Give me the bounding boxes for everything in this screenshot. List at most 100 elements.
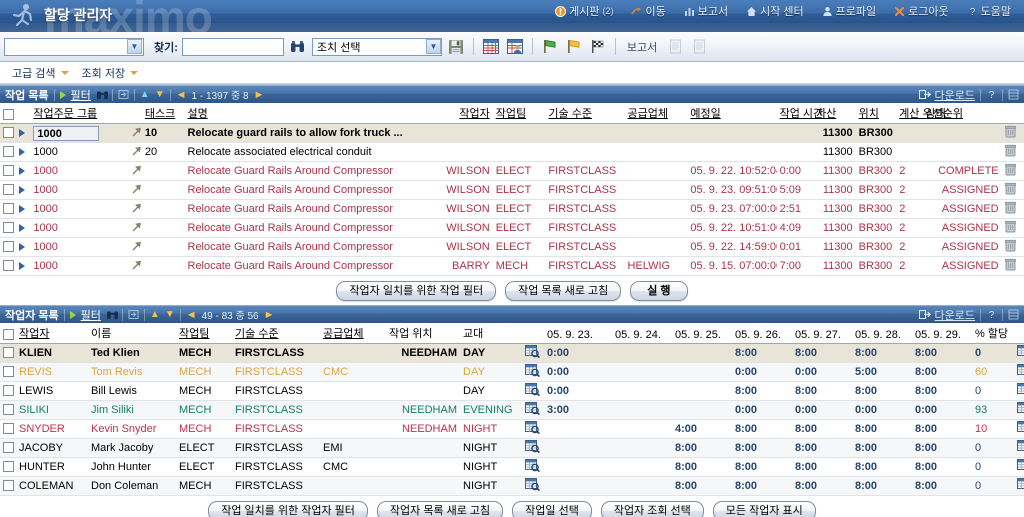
col-labor-vendor[interactable]: 공급업체 (320, 323, 386, 344)
row-select-cell[interactable] (0, 438, 16, 458)
labor-edit-cell[interactable] (1014, 400, 1024, 420)
labor-id-cell[interactable]: HUNTER (16, 457, 88, 477)
row-select-cell[interactable] (0, 199, 17, 219)
work-list-filter-link[interactable]: 필터 (71, 87, 91, 103)
next-arrow-icon[interactable]: ► (254, 89, 265, 101)
save-query-link[interactable]: 조회 저장 (82, 65, 126, 81)
row-expand-cell[interactable] (16, 237, 31, 257)
table-row[interactable]: 1000 20 Relocate associated electrical con… (0, 142, 1024, 162)
labor-view-cell[interactable] (522, 381, 544, 401)
labor-id-cell[interactable]: SILIKI (16, 400, 88, 420)
col-description[interactable]: 설명 (184, 103, 436, 124)
expand-row-icon[interactable] (19, 205, 26, 214)
row-select-cell[interactable] (0, 476, 16, 496)
table-row[interactable]: LEWIS Bill Lewis MECH FIRSTCLASS DAY 0:00 8:00… (0, 381, 1024, 401)
expand-row-icon[interactable] (19, 129, 26, 138)
col-labor-work-location[interactable]: 작업 위치 (386, 323, 460, 344)
labor-edit-cell[interactable] (1014, 476, 1024, 496)
table-icon[interactable] (1008, 89, 1019, 100)
work-order-group-cell[interactable]: 1000 (30, 218, 128, 238)
chevron-down-icon[interactable] (60, 70, 69, 75)
row-checkbox[interactable] (3, 241, 14, 252)
labor-edit-cell[interactable] (1014, 419, 1024, 439)
row-select-cell[interactable] (0, 123, 17, 143)
row-select-cell[interactable] (0, 343, 16, 363)
row-select-cell[interactable] (0, 161, 17, 181)
table-row[interactable]: 1000 10 Relocate guard rails to allow fork… (0, 123, 1024, 143)
binoculars-icon[interactable] (96, 89, 108, 100)
labor-view-cell[interactable] (522, 362, 544, 382)
labor-edit-cell[interactable] (1014, 381, 1024, 401)
delete-row-cell[interactable] (1001, 218, 1024, 238)
row-expand-cell[interactable] (16, 199, 31, 219)
delete-row-cell[interactable] (1001, 199, 1024, 219)
labor-id-cell[interactable]: KLIEN (16, 343, 88, 363)
work-order-detail-icon-cell[interactable] (127, 142, 142, 162)
work-order-group-cell[interactable]: 1000 (30, 123, 128, 143)
expand-row-icon[interactable] (19, 148, 26, 157)
advanced-search-link[interactable]: 고급 검색 (12, 65, 56, 81)
col-worker[interactable]: 작업자 (435, 103, 493, 124)
record-select-dropdown[interactable]: ▼ (4, 37, 144, 56)
col-task[interactable]: 태스크 (141, 103, 185, 124)
row-checkbox[interactable] (3, 165, 14, 176)
labor-list-filter-link[interactable]: 필터 (81, 307, 101, 323)
delete-row-cell[interactable] (1001, 142, 1024, 162)
row-expand-cell[interactable] (16, 218, 31, 238)
table-row[interactable]: 1000 Relocate Guard Rails Around Compress… (0, 161, 1024, 181)
expand-row-icon[interactable] (19, 243, 26, 252)
col-crew[interactable]: 작업팀 (492, 103, 546, 124)
chevron-down-icon[interactable]: ▼ (425, 39, 441, 54)
labor-view-cell[interactable] (522, 457, 544, 477)
row-checkbox[interactable] (3, 203, 14, 214)
col-labor-skill[interactable]: 기술 수준 (232, 323, 320, 344)
labor-view-cell[interactable] (522, 343, 544, 363)
labor-edit-cell[interactable] (1014, 343, 1024, 363)
filter-toggle-icon[interactable] (69, 310, 76, 319)
labor-id-cell[interactable]: COLEMAN (16, 476, 88, 496)
labor-id-cell[interactable]: JACOBY (16, 438, 88, 458)
filter-toggle-icon[interactable] (59, 90, 66, 99)
binoculars-icon[interactable] (288, 37, 308, 57)
work-order-id-input[interactable]: 1000 (33, 125, 100, 141)
labor-list-button-3[interactable]: 작업자 조회 선택 (600, 501, 704, 517)
col-labor-shift[interactable]: 교대 (460, 323, 522, 344)
work-order-detail-icon-cell[interactable] (127, 199, 142, 219)
labor-view-cell[interactable] (522, 476, 544, 496)
select-all-checkbox[interactable] (3, 109, 14, 120)
topnav-item-report[interactable]: 보고서 (675, 0, 737, 22)
save-icon[interactable] (446, 37, 466, 57)
work-list-download-link[interactable]: 다운로드 (935, 87, 975, 103)
labor-list-button-4[interactable]: 모든 작업자 표시 (712, 501, 816, 517)
col-location[interactable]: 위치 (855, 103, 897, 124)
topnav-item-logout[interactable]: 로그아웃 (885, 0, 957, 22)
labor-view-cell[interactable] (522, 419, 544, 439)
topnav-item-start-center[interactable]: 시작 센터 (737, 0, 813, 22)
checkered-flag-icon[interactable] (588, 37, 608, 57)
work-order-group-cell[interactable]: 1000 (30, 256, 128, 276)
work-order-detail-icon-cell[interactable] (127, 256, 142, 276)
grid-person-icon[interactable] (505, 37, 525, 57)
delete-row-cell[interactable] (1001, 123, 1024, 143)
toolbar-report-label[interactable]: 보고서 (623, 39, 661, 55)
col-asset[interactable]: 자산 (813, 103, 856, 124)
labor-edit-cell[interactable] (1014, 438, 1024, 458)
row-checkbox[interactable] (3, 442, 14, 453)
table-row[interactable]: REVIS Tom Revis MECH FIRSTCLASS CMC DAY 0:00 0:… (0, 362, 1024, 382)
labor-id-cell[interactable]: SNYDER (16, 419, 88, 439)
delete-row-cell[interactable] (1001, 180, 1024, 200)
col-scheduled-date[interactable]: 예정일 (687, 103, 777, 124)
col-vendor[interactable]: 공급업체 (624, 103, 688, 124)
work-order-detail-icon-cell[interactable] (127, 161, 142, 181)
work-order-detail-icon-cell[interactable] (127, 218, 142, 238)
table-icon[interactable] (1008, 309, 1019, 320)
row-select-cell[interactable] (0, 362, 16, 382)
row-select-cell[interactable] (0, 400, 16, 420)
table-row[interactable]: JACOBY Mark Jacoby ELECT FIRSTCLASS EMI NIGHT… (0, 438, 1024, 458)
col-labor-id[interactable]: 작업자 (16, 323, 88, 344)
table-row[interactable]: HUNTER John Hunter ELECT FIRSTCLASS CMC NIGHT… (0, 457, 1024, 477)
col-skill-level[interactable]: 기술 수준 (545, 103, 625, 124)
print-icon[interactable] (689, 37, 709, 57)
yellow-flag-icon[interactable] (564, 37, 584, 57)
row-expand-cell[interactable] (16, 142, 31, 162)
